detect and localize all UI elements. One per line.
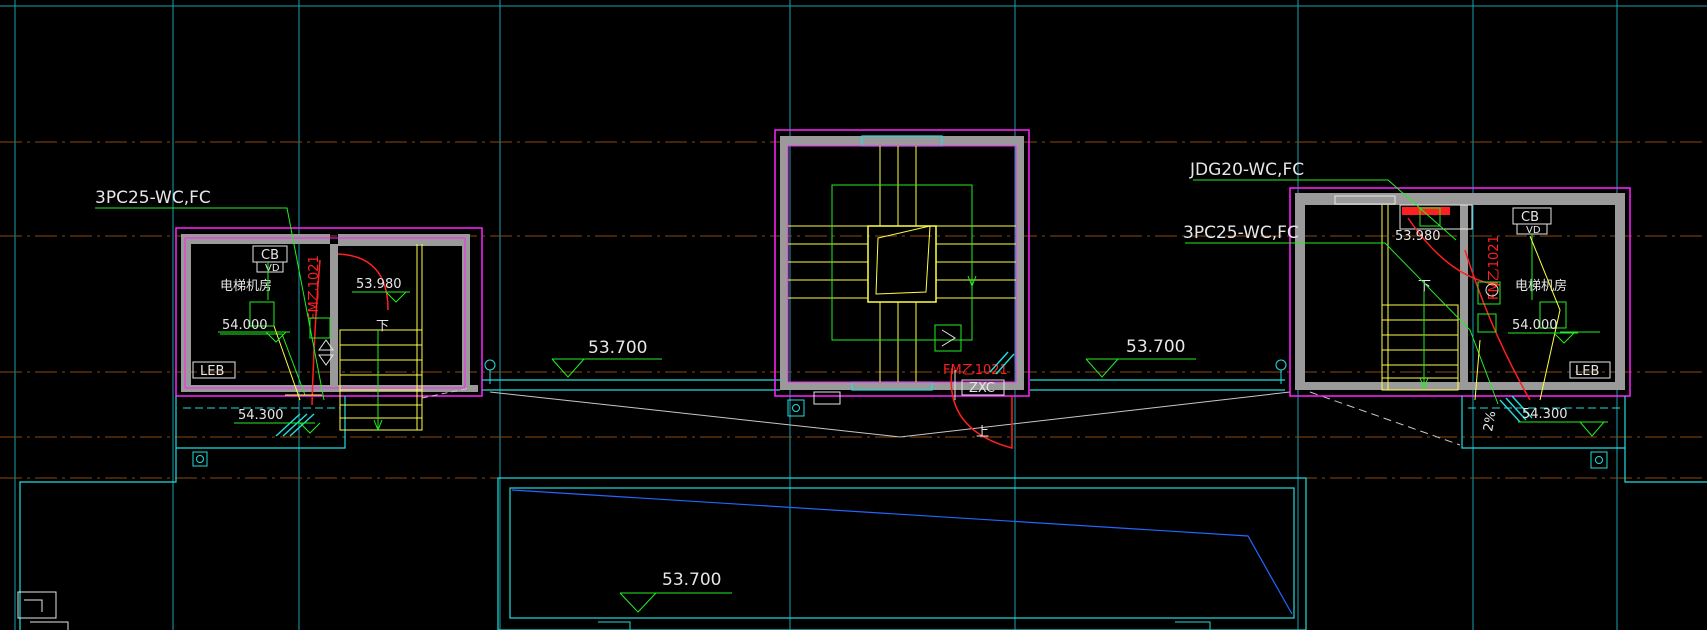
cad-drawing-canvas[interactable]: 下 FM乙1021 CB VD 电梯机房 LEB 3PC25-WC,FC 54.… xyxy=(0,0,1707,630)
left-elev-54300: 54.300 xyxy=(238,408,284,423)
lower-roof-inner xyxy=(509,487,1295,619)
right-vd-label: VD xyxy=(1526,225,1541,236)
center-stair-treads xyxy=(788,146,1016,382)
right-elevator-room[interactable]: 下 FM乙1021 CB VD 电梯机房 LEB 2% JDG20-WC,FC … xyxy=(1183,160,1707,483)
right-drain-icon xyxy=(1595,456,1603,464)
left-elev-53980: 53.980 xyxy=(356,277,402,292)
right-slope-label: 2% xyxy=(1481,410,1499,433)
left-vd-label: VD xyxy=(265,263,280,274)
center-drain-icon xyxy=(792,404,800,412)
right-stair-down-label: 下 xyxy=(1418,279,1431,294)
lower-roof-ridge xyxy=(511,489,1293,615)
center-stair-core[interactable]: FM乙1021 ZXC 上 xyxy=(774,129,1030,449)
left-outer-edge xyxy=(19,448,177,630)
left-room-wall-mid xyxy=(330,244,338,392)
right-elev-54000: 54.000 xyxy=(1512,318,1558,333)
right-cable-label-1: JDG20-WC,FC xyxy=(1189,160,1304,180)
left-cb-label: CB xyxy=(261,248,279,263)
center-core-walls xyxy=(780,136,1024,390)
left-room-inner-line xyxy=(184,237,466,389)
right-room-walls xyxy=(1295,193,1625,390)
left-drain-box xyxy=(192,451,208,467)
roof-elev-right: 53.700 xyxy=(1126,337,1185,357)
right-leb-label: LEB xyxy=(1575,364,1599,379)
left-stair-down-label: 下 xyxy=(376,319,389,334)
left-door-label: FM乙1021 xyxy=(307,255,322,320)
right-cb-label: CB xyxy=(1521,210,1539,225)
center-stair-up-label: 上 xyxy=(976,425,989,440)
left-elev-54000: 54.000 xyxy=(222,318,268,333)
lower-roof[interactable]: 53.700 xyxy=(497,477,1307,630)
left-cable-label: 3PC25-WC,FC xyxy=(95,188,211,208)
roof-elev-left: 53.700 xyxy=(588,338,647,358)
center-panel-box xyxy=(934,324,962,352)
center-core-outline xyxy=(774,129,1030,397)
left-room-name: 电梯机房 xyxy=(220,278,272,294)
left-drain-icon xyxy=(196,455,204,463)
right-elev-53980: 53.980 xyxy=(1395,229,1441,244)
lower-roof-outer xyxy=(497,477,1307,630)
center-door-label: FM乙1021 xyxy=(943,363,1008,378)
axis-grid xyxy=(0,0,1707,630)
left-elevator-room[interactable]: 下 FM乙1021 CB VD 电梯机房 LEB 3PC25-WC,FC 54.… xyxy=(19,188,483,630)
right-room-name: 电梯机房 xyxy=(1515,278,1567,294)
right-cable-label-2: 3PC25-WC,FC xyxy=(1183,223,1299,243)
left-leb-label: LEB xyxy=(200,364,224,379)
roof-elev-bottom: 53.700 xyxy=(662,570,721,590)
left-stair xyxy=(339,244,423,431)
corner-ucs-icon xyxy=(17,591,69,630)
right-elev-54300: 54.300 xyxy=(1522,407,1568,422)
zxc-label: ZXC xyxy=(969,381,995,396)
